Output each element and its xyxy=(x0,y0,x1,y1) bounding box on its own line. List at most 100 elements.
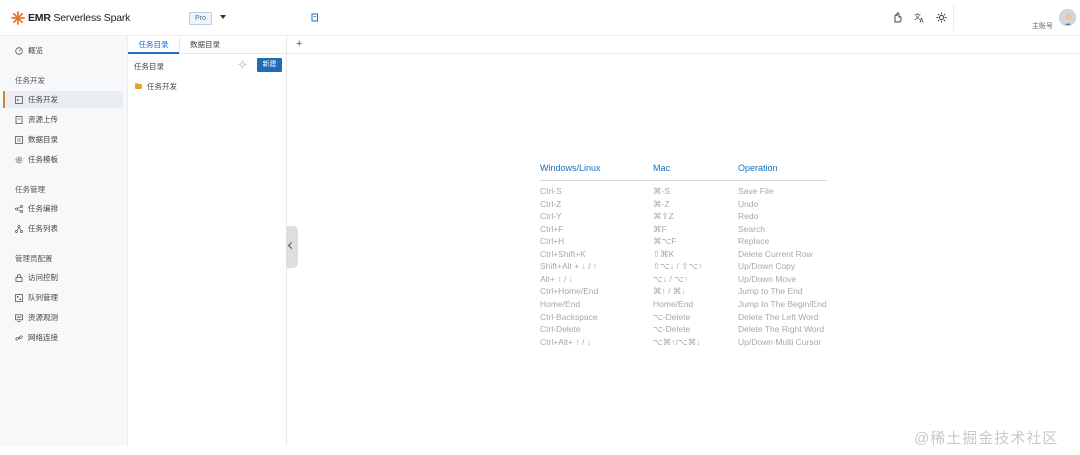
sidebar-item-label: 网络连接 xyxy=(28,333,58,342)
file-upload-icon xyxy=(15,115,23,124)
shortcut-cell: ⌘-S xyxy=(653,186,670,196)
app-logo[interactable]: EMR Serverless Spark xyxy=(11,11,130,25)
shortcut-cell: Ctrl-Y xyxy=(540,211,562,222)
header-divider xyxy=(953,5,954,31)
tab-data-catalog[interactable]: 数据目录 xyxy=(180,36,230,54)
top-bar: EMR Serverless Spark Pro 文 A 主账号 xyxy=(0,0,1080,36)
sidebar-group-title: 管理员配置 xyxy=(15,254,53,263)
collapse-panel-handle[interactable] xyxy=(286,226,298,268)
shortcut-cell: ⌥-Delete xyxy=(653,311,691,322)
lock-icon xyxy=(15,273,23,282)
add-tab-icon[interactable]: + xyxy=(296,36,302,53)
sidebar-item-resource-upload[interactable]: 资源上传 xyxy=(3,111,123,128)
sidebar-item-task-list[interactable]: 任务列表 xyxy=(3,220,123,237)
shortcut-cell: Ctrl-Backspace xyxy=(540,311,598,322)
shortcut-cell: Up/Down Multi Cursor xyxy=(738,336,822,347)
language-icon[interactable]: 文 A xyxy=(914,12,925,23)
shortcut-cell: Undo xyxy=(738,198,759,209)
shortcut-cell: Delete The Right Word xyxy=(738,324,825,335)
shortcut-cell: Up/Down Move xyxy=(738,273,797,284)
sidebar-item-task-orchestration[interactable]: 任务编排 xyxy=(3,200,123,217)
shortcut-cell: Alt+ ↑ / ↓ xyxy=(540,273,573,284)
tree-item-folder[interactable]: 任务开发 xyxy=(135,81,177,92)
shortcut-cell: ⌥-Delete xyxy=(653,324,691,335)
tree-structure-icon xyxy=(15,224,23,233)
link-icon xyxy=(15,334,23,341)
shortcut-cell: Redo xyxy=(738,211,759,222)
monitor-icon xyxy=(15,313,23,322)
sidebar-item-label: 任务列表 xyxy=(28,224,58,233)
shortcut-cell: ⇧⌥↓ / ⇧⌥↑ xyxy=(653,261,703,272)
catalog-icon xyxy=(15,135,23,144)
tree-item-label: 任务开发 xyxy=(147,82,177,91)
shortcut-cell: Delete The Left Word xyxy=(738,311,819,322)
sidebar-item-task-dev[interactable]: 任务开发 xyxy=(3,91,123,108)
panel-tabs: 任务目录 数据目录 xyxy=(128,36,287,54)
catalog-panel: 任务目录 数据目录 任务目录 新建 任务开发 xyxy=(128,36,287,446)
shortcut-cell: ⌘⌥F xyxy=(653,236,677,247)
sidebar: 概览 任务开发 任务开发 资源上传 数据目录 任务模板 任务管理 任务编排 任务… xyxy=(0,36,128,446)
editor-tab-bar: + xyxy=(287,36,1080,54)
sidebar-item-label: 任务编排 xyxy=(28,204,58,213)
shortcut-cell: Ctrl-Delete xyxy=(540,324,581,335)
shortcut-cell: Ctrl+F xyxy=(540,223,564,234)
sidebar-item-queue-management[interactable]: 队列管理 xyxy=(3,289,123,306)
sidebar-item-label: 资源观测 xyxy=(28,313,58,322)
sidebar-item-overview[interactable]: 概览 xyxy=(3,42,123,59)
shortcut-cell: ⌘⇧Z xyxy=(653,211,674,222)
sidebar-item-data-catalog[interactable]: 数据目录 xyxy=(3,131,123,148)
sidebar-item-label: 任务模板 xyxy=(28,155,58,164)
sidebar-item-label: 资源上传 xyxy=(28,115,58,124)
sidebar-group-title: 任务开发 xyxy=(15,76,45,85)
edition-dropdown-icon[interactable] xyxy=(220,15,226,19)
shortcut-cell: Search xyxy=(738,223,765,234)
shortcut-cell: ⌘↑ / ⌘↓ xyxy=(653,286,686,297)
shortcut-cell: Save File xyxy=(738,186,774,196)
sidebar-item-label: 概览 xyxy=(28,46,43,55)
folder-icon xyxy=(135,82,142,89)
shortcut-cell: Ctrl+Alt+ ↑ / ↓ xyxy=(540,336,592,347)
shortcut-cell: Ctrl-Z xyxy=(540,198,562,209)
edition-badge[interactable]: Pro xyxy=(189,12,212,25)
dashboard-icon xyxy=(15,46,23,55)
sidebar-item-resource-monitoring[interactable]: 资源观测 xyxy=(3,309,123,326)
header-divider xyxy=(540,180,827,181)
sidebar-item-access-control[interactable]: 访问控制 xyxy=(3,269,123,286)
username[interactable]: 主账号 xyxy=(1032,21,1053,31)
sidebar-item-label: 数据目录 xyxy=(28,135,58,144)
shortcut-cell: Jump to The End xyxy=(738,286,803,297)
theme-sun-icon[interactable] xyxy=(936,12,947,23)
shortcut-cell: Ctrl+Home/End xyxy=(540,286,599,297)
shortcut-cell: Jump to The Begin/End xyxy=(738,298,827,309)
sidebar-item-label: 任务开发 xyxy=(28,95,58,104)
shortcut-cell: Ctrl+Shift+K xyxy=(540,248,586,259)
shortcut-cell: Up/Down Copy xyxy=(738,261,796,272)
shortcut-cell: Delete Current Row xyxy=(738,248,813,259)
shortcut-cell: Shift+Alt + ↓ / ↑ xyxy=(540,261,598,272)
shortcut-cell: Ctrl+H xyxy=(540,236,565,247)
shortcut-cell: Ctrl-S xyxy=(540,186,562,196)
tab-task-catalog[interactable]: 任务目录 xyxy=(128,36,179,54)
watermark: @稀土掘金技术社区 xyxy=(914,430,1059,447)
avatar[interactable] xyxy=(1059,9,1076,26)
new-button[interactable]: 新建 xyxy=(257,58,282,72)
search-input[interactable]: 任务目录 xyxy=(134,61,164,72)
app-name: EMR Serverless Spark xyxy=(28,12,131,24)
sidebar-item-network-connection[interactable]: 网络连接 xyxy=(3,329,123,346)
workflow-icon xyxy=(15,204,23,213)
shortcut-cell: ⌘F xyxy=(653,223,667,234)
column-header: Operation xyxy=(738,163,778,173)
shortcut-cell: ⌘-Z xyxy=(653,198,670,209)
logo-icon xyxy=(11,11,25,25)
shortcut-cell: ⌥⌘↑/⌥⌘↓ xyxy=(653,336,701,347)
locate-icon[interactable] xyxy=(238,60,247,69)
queue-icon xyxy=(15,293,23,302)
shortcut-cell: Replace xyxy=(738,236,770,247)
sidebar-item-label: 队列管理 xyxy=(28,293,58,302)
help-hand-icon[interactable] xyxy=(892,12,903,23)
gear-icon xyxy=(15,156,23,163)
document-icon[interactable] xyxy=(311,13,319,22)
shortcut-cell: ⌥↓ / ⌥↑ xyxy=(653,273,689,284)
sidebar-item-task-template[interactable]: 任务模板 xyxy=(3,151,123,168)
svg-text:A: A xyxy=(920,18,925,24)
